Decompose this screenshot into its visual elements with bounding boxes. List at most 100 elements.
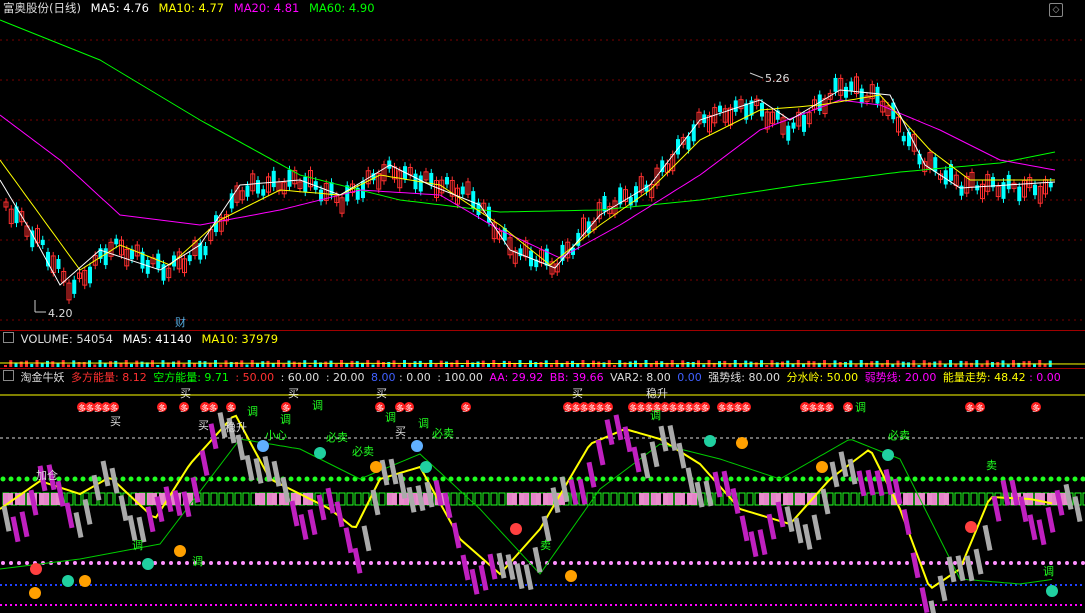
weak-dot: [809, 561, 813, 565]
candlestick-chart[interactable]: 5.26 4.20 财: [0, 0, 1085, 330]
weak-dot: [289, 561, 293, 565]
energy-band: [694, 481, 705, 508]
price-pane[interactable]: 富奥股份(日线) MA5: 4.76 MA10: 4.77 MA20: 4.81…: [0, 0, 1085, 330]
energy-band: [64, 502, 75, 529]
level-dot: [1080, 476, 1085, 482]
level-dot: [584, 476, 590, 482]
weak-dot: [1009, 561, 1013, 565]
candle-body: [917, 153, 922, 165]
energy-band: [829, 461, 840, 488]
energy-band: [919, 587, 930, 613]
indicator-chart[interactable]: 多多多多多多多多多多多多多多多多多多多多多多多多多多多多多多多多多多多多多多多多…: [0, 369, 1085, 613]
volume-bar: [88, 360, 91, 367]
weak-dot: [929, 561, 933, 565]
duo-signal-text: 多: [809, 403, 817, 413]
level-dot: [472, 476, 478, 482]
energy-band: [946, 556, 957, 583]
volume-bar: [130, 363, 133, 367]
candle-body: [387, 160, 392, 169]
up-arrow-icon: [565, 570, 577, 582]
level-dot: [976, 476, 982, 482]
indicator-pane[interactable]: 淘金牛妖 多方能量: 8.12 空方能量: 9.71 : 50.00 : 60.…: [0, 369, 1085, 613]
volume-bar: [19, 361, 23, 367]
energy-band: [145, 506, 156, 533]
volume-bar: [292, 361, 296, 367]
red-ball-icon: [965, 521, 977, 533]
weak-dot: [425, 561, 429, 565]
candle-body: [56, 259, 61, 269]
volume-bar: [676, 364, 679, 367]
weak-dot: [937, 561, 941, 565]
volume-bar: [749, 361, 753, 367]
caution-signal-text: 小心: [265, 429, 287, 442]
level-dot: [696, 476, 702, 482]
duo-signal-text: 多: [801, 403, 809, 413]
adjust-signal-text: 调: [1043, 565, 1054, 578]
candle-body: [30, 230, 35, 248]
finance-badge[interactable]: 财: [175, 315, 186, 329]
weak-dot: [1057, 561, 1061, 565]
energy-band: [775, 501, 786, 528]
weak-dot: [473, 561, 477, 565]
level-fill: [759, 493, 769, 505]
level-dot: [232, 476, 238, 482]
volume-bar: [387, 361, 391, 367]
candle-body: [271, 170, 276, 188]
buy-signal-text: 买: [180, 387, 191, 400]
volume-pane[interactable]: VOLUME: 54054 MA5: 41140 MA10: 37979: [0, 331, 1085, 368]
volume-bar: [203, 361, 207, 367]
level-dot: [488, 476, 494, 482]
buy-signal-text: 买: [198, 419, 209, 432]
candle-body: [907, 132, 911, 147]
candle-body: [46, 251, 50, 267]
duo-signal-text: 多: [976, 403, 984, 413]
volume-bar: [907, 362, 910, 367]
duo-signal-text: 多: [693, 403, 701, 413]
level-dot: [928, 476, 934, 482]
level-dot: [600, 476, 606, 482]
energy-band: [163, 486, 174, 513]
candle-body: [786, 125, 791, 141]
adjust-signal-text: 调: [192, 555, 203, 568]
volume-bar: [135, 360, 139, 367]
energy-band: [865, 469, 876, 496]
weak-dot: [817, 561, 821, 565]
weak-dot: [17, 561, 21, 565]
energy-band: [307, 509, 318, 536]
weak-dot: [177, 561, 181, 565]
volume-bar: [460, 364, 464, 367]
level-dot: [368, 476, 374, 482]
energy-band: [235, 434, 246, 461]
candle-body: [287, 169, 292, 187]
volume-bar: [613, 364, 616, 367]
volume-bar: [140, 361, 144, 367]
level-dot: [328, 476, 334, 482]
volume-bar: [271, 363, 275, 367]
weak-dot: [185, 561, 189, 565]
weak-dot: [985, 561, 989, 565]
energy-band: [469, 568, 480, 595]
level-dot: [1056, 476, 1062, 482]
duo-signal-text: 多: [462, 403, 470, 413]
candle-body: [833, 77, 838, 92]
blue-ball-icon: [257, 440, 269, 452]
level-dot: [744, 476, 750, 482]
duo-signal-text: 多: [227, 403, 235, 413]
volume-bar: [350, 360, 354, 367]
energy-band: [415, 485, 426, 512]
volume-bar: [382, 361, 385, 367]
energy-band: [982, 524, 993, 551]
level-dot: [728, 476, 734, 482]
duo-signal-text: 多: [637, 403, 645, 413]
adjust-signal-text: 调: [650, 409, 661, 422]
level-dot: [288, 476, 294, 482]
energy-band: [793, 517, 804, 544]
weak-dot: [705, 561, 709, 565]
candle-body: [718, 105, 722, 113]
weak-dot: [801, 561, 805, 565]
level-dot: [1064, 476, 1070, 482]
energy-band: [874, 470, 885, 497]
weak-dot: [873, 561, 877, 565]
add-position-text: 加仓: [36, 468, 58, 482]
level-fill: [795, 493, 805, 505]
